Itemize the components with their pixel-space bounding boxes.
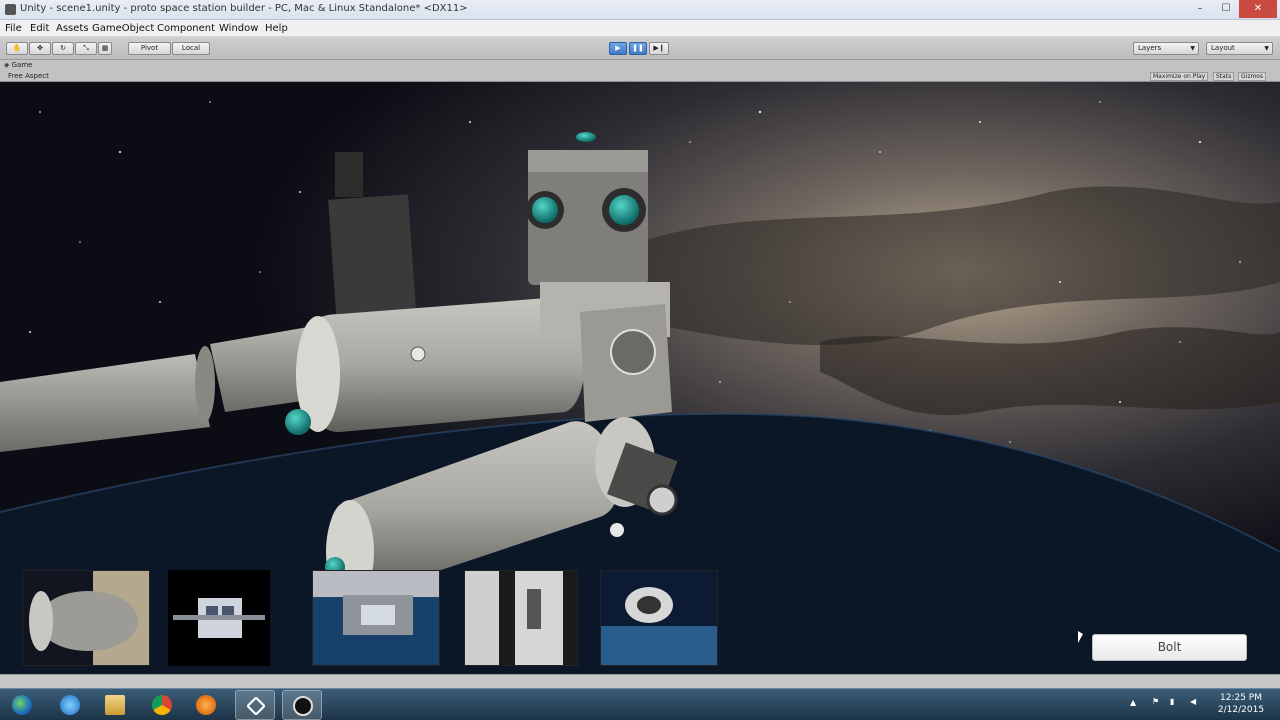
close-button[interactable]: ✕: [1239, 0, 1277, 18]
chevron-down-icon: ▼: [1190, 45, 1195, 52]
tab-game-label: Game: [11, 61, 33, 69]
step-button[interactable]: ▶❙: [649, 42, 669, 55]
menu-window[interactable]: Window: [219, 23, 258, 34]
pivot-toggle[interactable]: Pivot: [128, 42, 171, 55]
system-clock[interactable]: 12:25 PM 2/12/2015: [1210, 692, 1272, 716]
internet-explorer-icon: [60, 695, 80, 715]
rect-tool-button[interactable]: ▦: [98, 42, 112, 55]
menu-help[interactable]: Help: [265, 23, 288, 34]
layers-label: Layers: [1138, 44, 1162, 52]
aspect-dropdown[interactable]: Free Aspect: [8, 72, 49, 80]
menu-edit[interactable]: Edit: [30, 23, 49, 34]
pause-button[interactable]: ❚❚: [629, 42, 647, 55]
module-thumbnail-3[interactable]: [312, 570, 440, 666]
unity-dark-icon: [293, 696, 313, 716]
layout-dropdown[interactable]: Layout ▼: [1206, 42, 1273, 55]
menu-assets[interactable]: Assets: [56, 23, 89, 34]
gizmos-dropdown[interactable]: Gizmos: [1238, 72, 1267, 81]
taskbar-unity[interactable]: [235, 690, 275, 720]
module-image: [601, 571, 717, 665]
tab-game[interactable]: ◈ Game: [4, 61, 32, 71]
show-hidden-icons[interactable]: ▲: [1130, 698, 1136, 720]
folder-icon: [105, 695, 125, 715]
module-image: [23, 571, 149, 665]
windows-taskbar: ▲ ⚑ ▮ ◀ 12:25 PM 2/12/2015: [0, 688, 1280, 720]
taskbar-explorer[interactable]: [95, 690, 135, 720]
bolt-button[interactable]: Bolt: [1092, 634, 1247, 661]
maximize-on-play-toggle[interactable]: Maximize on Play: [1150, 72, 1209, 81]
minimize-button[interactable]: –: [1187, 0, 1213, 18]
window-title: Unity - scene1.unity - proto space stati…: [20, 3, 468, 14]
unity-app-icon: [5, 4, 16, 15]
unity-editor-window: Unity - scene1.unity - proto space stati…: [0, 0, 1280, 720]
chevron-down-icon: ▼: [1264, 45, 1269, 52]
scale-tool-button[interactable]: ⤡: [75, 42, 97, 55]
stats-toggle[interactable]: Stats: [1213, 72, 1235, 81]
unity-icon: [246, 696, 266, 716]
menu-gameobject[interactable]: GameObject: [92, 23, 154, 34]
status-bar: [0, 674, 1280, 688]
volume-icon[interactable]: ◀: [1190, 697, 1196, 720]
layout-label: Layout: [1211, 44, 1235, 52]
module-image: [168, 570, 270, 666]
title-bar: Unity - scene1.unity - proto space stati…: [0, 0, 1280, 20]
game-view-icon: ◈: [4, 61, 10, 69]
hand-tool-button[interactable]: ✋: [6, 42, 28, 55]
module-image: [465, 571, 577, 665]
start-button[interactable]: [2, 690, 42, 720]
menu-file[interactable]: File: [5, 23, 22, 34]
editor-toolbar: ✋ ✥ ↻ ⤡ ▦ Pivot Local ▶ ❚❚ ▶❙ Layers ▼ L…: [0, 37, 1280, 60]
station-node: [580, 304, 672, 422]
rotate-tool-button[interactable]: ↻: [52, 42, 74, 55]
local-toggle[interactable]: Local: [172, 42, 210, 55]
move-tool-button[interactable]: ✥: [29, 42, 51, 55]
module-thumbnail-2[interactable]: [168, 570, 270, 666]
maximize-button[interactable]: ☐: [1213, 0, 1239, 18]
taskbar-ie[interactable]: [50, 690, 90, 720]
play-button[interactable]: ▶: [609, 42, 627, 55]
media-player-icon: [196, 695, 216, 715]
network-icon[interactable]: ▮: [1170, 697, 1174, 720]
game-view-header: ◈ Game Free Aspect Maximize on Play Stat…: [0, 60, 1280, 82]
module-thumbnail-5[interactable]: [600, 570, 718, 666]
game-viewport[interactable]: Bolt: [0, 82, 1280, 674]
menu-bar: File Edit Assets GameObject Component Wi…: [0, 20, 1280, 37]
taskbar-media-player[interactable]: [186, 690, 226, 720]
flag-icon[interactable]: ⚑: [1152, 697, 1159, 720]
mouse-cursor: [1078, 631, 1083, 643]
layers-dropdown[interactable]: Layers ▼: [1133, 42, 1199, 55]
module-thumbnail-1[interactable]: [22, 570, 150, 666]
chrome-icon: [152, 695, 172, 715]
module-image: [313, 571, 439, 665]
menu-component[interactable]: Component: [157, 23, 215, 34]
taskbar-chrome[interactable]: [142, 690, 182, 720]
taskbar-unity-2[interactable]: [282, 690, 322, 720]
clock-time: 12:25 PM: [1220, 693, 1262, 703]
clock-date: 2/12/2015: [1217, 705, 1265, 715]
windows-logo-icon: [12, 695, 32, 715]
module-thumbnail-4[interactable]: [464, 570, 578, 666]
